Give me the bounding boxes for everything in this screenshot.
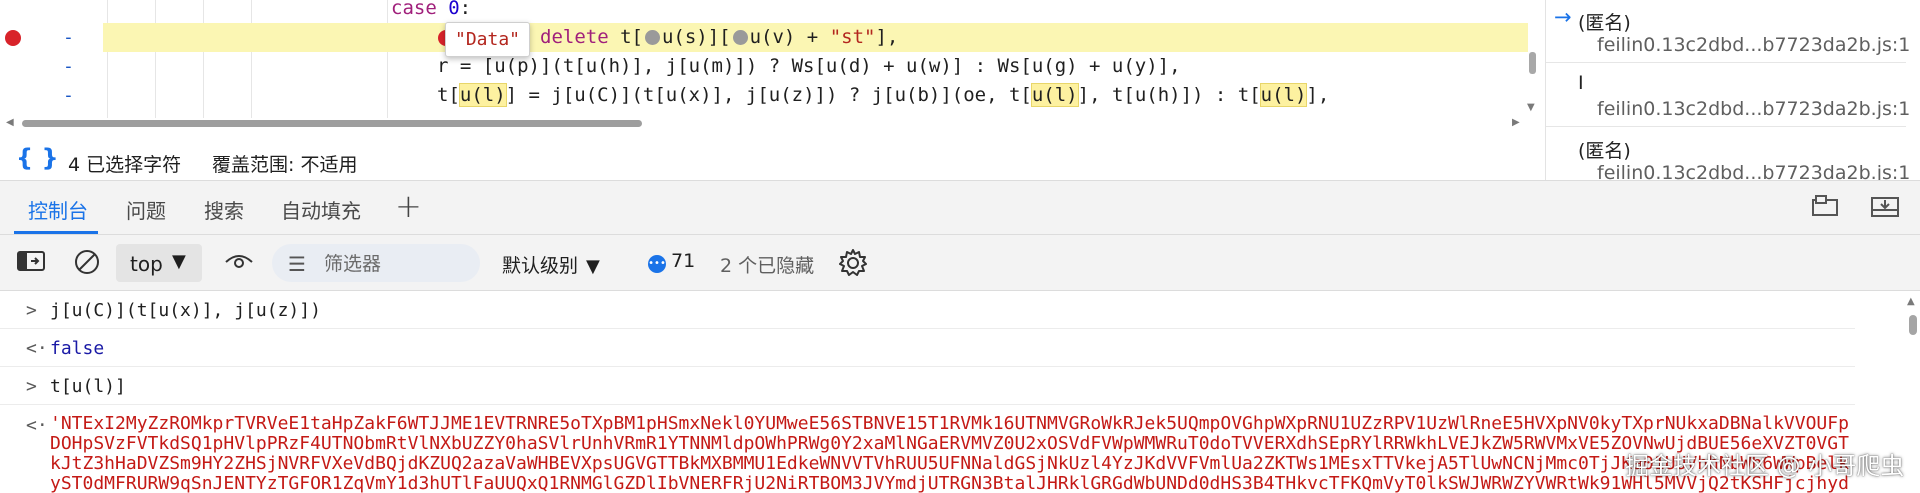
horizontal-scrollbar[interactable] xyxy=(22,120,642,127)
call-frame[interactable]: (匿名) feilin0.13c2dbd...b7723da2b.js:1 xyxy=(1546,128,1910,180)
console-entry[interactable]: > j[u(C)](t[u(x)], j[u(z)]) xyxy=(0,291,1855,329)
drawer-tab-bar: 控制台 问题 搜索 自动填充 + xyxy=(0,180,1920,235)
hover-tooltip: "Data" xyxy=(445,22,531,57)
console-toolbar: top ▼ ☰ 默认级别 ▼ ••• 71 2 个已隐藏 xyxy=(0,235,1920,291)
tab-search[interactable]: 搜索 xyxy=(204,195,244,224)
message-count[interactable]: ••• 71 xyxy=(648,250,695,273)
clear-console-icon[interactable] xyxy=(73,248,101,280)
eye-icon[interactable] xyxy=(224,250,254,278)
dock-bottom-icon[interactable] xyxy=(1870,195,1899,219)
output-prompt-icon: <· xyxy=(26,338,48,359)
console-entry[interactable]: <· 'NTExI2MyZzROMkprTVRVeE1taHpZakF6WTJJ… xyxy=(0,405,1855,493)
watermark: 掘金技术社区 @ 小哥爬虫 xyxy=(1625,452,1905,480)
code-line[interactable]: - delete t[u(s)][u(v) + "st"], xyxy=(0,23,1540,77)
log-levels-label: 默认级别 xyxy=(502,255,579,277)
coverage-info: 覆盖范围: 不适用 xyxy=(212,154,358,176)
code-line-text: delete t[u(s)][u(v) + "st"], xyxy=(540,26,899,48)
tab-console[interactable]: 控制台 xyxy=(28,195,88,224)
console-input-text: t[u(l)] xyxy=(50,376,126,397)
call-stack-panel: → (匿名) feilin0.13c2dbd...b7723da2b.js:1 … xyxy=(1545,0,1920,180)
scroll-left-icon[interactable]: ◀ xyxy=(6,117,14,128)
vertical-scrollbar[interactable] xyxy=(1529,52,1536,74)
scroll-right-icon[interactable]: ▶ xyxy=(1512,117,1520,128)
call-frame-name: (匿名) xyxy=(1578,140,1631,162)
call-frame-location[interactable]: feilin0.13c2dbd...b7723da2b.js:1 xyxy=(1597,98,1910,120)
divider xyxy=(1546,62,1906,63)
input-prompt-icon: > xyxy=(26,300,37,321)
tab-autofill[interactable]: 自动填充 xyxy=(281,195,361,224)
code-line-text: t[u(l)] = j[u(C)](t[u(x)], j[u(z)]) ? j[… xyxy=(437,83,1330,107)
caret-down-icon: ▼ xyxy=(586,256,600,277)
current-frame-arrow-icon: → xyxy=(1554,5,1572,29)
active-tab-indicator xyxy=(14,231,98,234)
console-output-string[interactable]: 'NTExI2MyZzROMkprTVRVeE1taHpZakF6WTJJME1… xyxy=(50,414,1855,493)
source-editor[interactable]: - case 0: - delete t[u(s)][u(v) + "st"],… xyxy=(0,0,1540,128)
scroll-up-icon[interactable]: ▲ xyxy=(1907,296,1915,307)
context-selector[interactable]: top ▼ xyxy=(116,244,202,282)
pretty-print-icon[interactable]: { } xyxy=(16,144,59,172)
context-value: top xyxy=(130,252,163,276)
input-prompt-icon: > xyxy=(26,376,37,397)
console-input-text: j[u(C)](t[u(x)], j[u(z)]) xyxy=(50,300,321,321)
call-frame[interactable]: → (匿名) feilin0.13c2dbd...b7723da2b.js:1 xyxy=(1546,0,1910,58)
call-frame-location[interactable]: feilin0.13c2dbd...b7723da2b.js:1 xyxy=(1597,34,1910,56)
inline-breakpoint-marker-icon[interactable] xyxy=(732,30,748,45)
inline-breakpoint-marker-icon[interactable] xyxy=(644,30,660,45)
message-count-value: 71 xyxy=(671,250,696,272)
selection-info: 4 已选择字符 xyxy=(68,154,182,176)
call-frame-name: I xyxy=(1578,72,1584,94)
code-line[interactable]: - case 0: xyxy=(0,0,1540,48)
divider xyxy=(1546,126,1906,127)
caret-down-icon: ▼ xyxy=(172,251,186,272)
call-frame-location[interactable]: feilin0.13c2dbd...b7723da2b.js:1 xyxy=(1597,162,1910,180)
undock-drawer-icon[interactable] xyxy=(1811,195,1839,219)
code-line-text: case 0: xyxy=(391,0,472,19)
console-output-value: false xyxy=(50,338,105,359)
output-prompt-icon: <· xyxy=(26,415,48,436)
filter-input[interactable] xyxy=(322,250,476,278)
console-entry[interactable]: <· false xyxy=(0,329,1855,367)
vertical-scrollbar[interactable] xyxy=(1909,315,1917,335)
code-line-text: r = [u(p)](t[u(h)], j[u(m)]) ? Ws[u(d) +… xyxy=(437,55,1181,77)
filter-box[interactable]: ☰ xyxy=(272,244,480,282)
editor-status-bar: { } 4 已选择字符 覆盖范围: 不适用 xyxy=(0,140,1540,180)
filter-icon: ☰ xyxy=(288,252,306,276)
code-line[interactable]: - t[u(l)] = j[u(C)](t[u(x)], j[u(z)]) ? … xyxy=(0,81,1540,128)
scroll-down-icon[interactable]: ▼ xyxy=(1527,102,1535,113)
console-entry[interactable]: > t[u(l)] xyxy=(0,367,1855,405)
tab-issues[interactable]: 问题 xyxy=(126,195,166,224)
message-bubble-icon: ••• xyxy=(648,255,666,273)
code-line[interactable]: - r = [u(p)](t[u(h)], j[u(m)]) ? Ws[u(d)… xyxy=(0,52,1540,106)
log-levels-dropdown[interactable]: 默认级别 ▼ xyxy=(502,251,600,278)
call-frame[interactable]: I feilin0.13c2dbd...b7723da2b.js:1 xyxy=(1546,64,1910,122)
sidebar-toggle-icon[interactable] xyxy=(16,249,46,277)
gear-icon[interactable] xyxy=(838,248,868,282)
add-tab-button[interactable]: + xyxy=(395,187,422,225)
call-frame-name: (匿名) xyxy=(1578,12,1631,34)
hidden-count: 2 个已隐藏 xyxy=(720,255,815,277)
